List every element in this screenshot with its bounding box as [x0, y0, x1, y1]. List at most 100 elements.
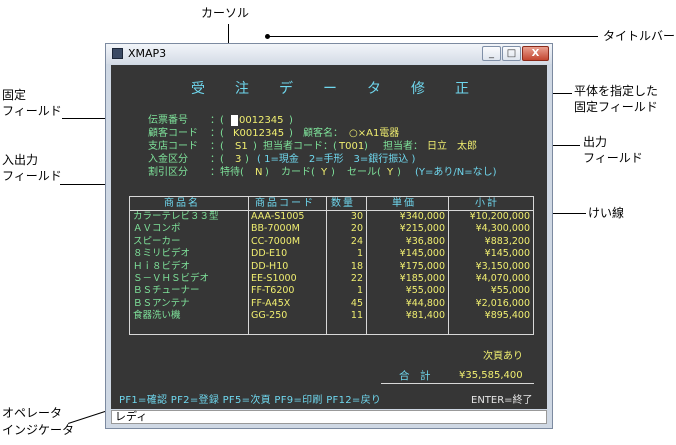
discount-sale-close: ) — [397, 167, 401, 178]
cell-subtotal[interactable]: ¥145,000 — [451, 248, 530, 259]
annotation-output: 出力 — [583, 135, 608, 149]
cell-product-code[interactable]: EE-S1000 — [251, 273, 323, 284]
cell-subtotal[interactable]: ¥2,016,000 — [451, 298, 530, 309]
discount-special-field[interactable]: N — [255, 167, 262, 179]
cell-product-code[interactable]: AAA-S1005 — [251, 211, 323, 222]
cell-product-code[interactable]: CC-7000M — [251, 236, 323, 247]
cell-product-name[interactable]: ８ミリビデオ — [133, 248, 245, 259]
cell-product-code[interactable]: BB-7000M — [251, 223, 323, 234]
window-title: XMAP3 — [128, 47, 167, 60]
cell-product-name[interactable]: カラーテレビ３３型 — [133, 211, 245, 222]
discount-card-close: ) — [331, 167, 335, 178]
discount-sale-label: セール( — [347, 167, 381, 178]
cell-quantity[interactable]: 22 — [329, 273, 363, 284]
cell-subtotal[interactable]: ¥55,000 — [451, 285, 530, 296]
slip-number-sep: ：( — [210, 115, 224, 126]
screen-title: 受注データ修正 — [191, 81, 499, 97]
cell-unit-price[interactable]: ¥215,000 — [369, 223, 445, 234]
table-col-rule — [326, 197, 327, 334]
annotation-rule-line: けい線 — [588, 206, 625, 220]
cell-quantity[interactable]: 20 — [329, 223, 363, 234]
staff-code-field[interactable]: T001 — [339, 141, 364, 153]
cell-unit-price[interactable]: ¥55,000 — [369, 285, 445, 296]
customer-name-label: 顧客名： — [303, 128, 343, 139]
annotation-input-output-2: フィールド — [2, 169, 62, 183]
branch-code-sep: ：( — [210, 141, 224, 152]
staff-code-label: 担当者コード：( — [263, 141, 337, 152]
cell-quantity[interactable]: 1 — [329, 285, 363, 296]
payment-type-close: ) — [245, 154, 249, 165]
annotation-output-2: フィールド — [583, 151, 643, 165]
payment-type-field[interactable]: 3 — [235, 154, 241, 166]
operator-indicator-text: レディ — [115, 410, 148, 423]
discount-sale-field[interactable]: Y — [387, 167, 393, 179]
annotation-flat-fixed-2: 固定フィールド — [574, 100, 658, 114]
annotation-titlebar: タイトルバー — [603, 29, 676, 43]
cell-unit-price[interactable]: ¥81,400 — [369, 310, 445, 321]
leader-titlebar-dot — [265, 34, 270, 39]
minimize-button[interactable]: _ — [482, 46, 501, 61]
title-bar[interactable]: XMAP3 _ □ X — [106, 44, 552, 64]
cell-product-name[interactable]: ＢＳアンテナ — [133, 298, 245, 309]
header-unit-price: 単価 — [392, 198, 416, 209]
cell-quantity[interactable]: 24 — [329, 236, 363, 247]
enter-key-guide: ENTER=終了 — [471, 395, 533, 406]
cell-quantity[interactable]: 30 — [329, 211, 363, 222]
cell-product-name[interactable]: Ｈｉ８ビデオ — [133, 261, 245, 272]
header-product-name: 商品名 — [164, 198, 200, 209]
annotation-flat-fixed: 平体を指定した — [574, 84, 659, 98]
annotation-cursor: カーソル — [201, 6, 250, 20]
branch-code-field[interactable]: S1 — [235, 141, 248, 153]
discount-card-label: カード( — [281, 167, 315, 178]
cell-unit-price[interactable]: ¥185,000 — [369, 273, 445, 284]
text-cursor — [231, 115, 238, 126]
cell-subtotal[interactable]: ¥895,400 — [451, 310, 530, 321]
slip-number-field[interactable]: 0012345 — [239, 115, 284, 127]
customer-code-close: ) — [289, 128, 293, 139]
staff-name-label: 担当者： — [383, 141, 423, 152]
payment-type-sep: ：( — [210, 154, 224, 165]
cell-product-name[interactable]: スピーカー — [133, 236, 245, 247]
cell-subtotal[interactable]: ¥10,200,000 — [451, 211, 530, 222]
branch-code-label: 支店コード — [148, 141, 198, 152]
cell-product-name[interactable]: ＡＶコンポ — [133, 223, 245, 234]
cell-unit-price[interactable]: ¥44,800 — [369, 298, 445, 309]
cell-subtotal[interactable]: ¥883,200 — [451, 236, 530, 247]
customer-code-field[interactable]: K0012345 — [233, 128, 284, 140]
cell-unit-price[interactable]: ¥175,000 — [369, 261, 445, 272]
app-icon[interactable] — [112, 48, 123, 59]
discount-special-close: ) — [265, 167, 269, 178]
cell-product-code[interactable]: FF-A45X — [251, 298, 323, 309]
cell-product-code[interactable]: DD-H10 — [251, 261, 323, 272]
cell-subtotal[interactable]: ¥3,150,000 — [451, 261, 530, 272]
discount-card-field[interactable]: Y — [321, 167, 327, 179]
cell-quantity[interactable]: 11 — [329, 310, 363, 321]
total-underline — [381, 383, 534, 384]
terminal-window: XMAP3 _ □ X 受注データ修正 伝票番号 ：( 0012345 ) 顧客… — [105, 43, 553, 429]
cell-unit-price[interactable]: ¥145,000 — [369, 248, 445, 259]
cell-subtotal[interactable]: ¥4,300,000 — [451, 223, 530, 234]
header-subtotal: 小計 — [475, 198, 499, 209]
cell-subtotal[interactable]: ¥4,070,000 — [451, 273, 530, 284]
cell-quantity[interactable]: 18 — [329, 261, 363, 272]
order-table: 商品名 商品コード 数量 単価 小計 カラーテレビ３３型 AAA-S1005 30 ¥… — [129, 196, 534, 335]
next-page-indicator: 次頁あり — [483, 351, 523, 362]
staff-code-close: ) — [364, 141, 368, 152]
close-button[interactable]: X — [522, 46, 549, 61]
cell-unit-price[interactable]: ¥340,000 — [369, 211, 445, 222]
payment-type-options: ( 1=現金 2=手形 3=銀行振込 ) — [257, 154, 416, 165]
annotation-operator: オペレータ — [2, 406, 63, 420]
cell-product-code[interactable]: FF-T6200 — [251, 285, 323, 296]
maximize-button[interactable]: □ — [502, 46, 521, 61]
customer-code-label: 顧客コード — [148, 128, 198, 139]
annotation-input-output: 入出力 — [2, 153, 39, 167]
cell-product-name[interactable]: ＢＳチューナー — [133, 285, 245, 296]
cell-product-name[interactable]: Ｓ－ＶＨＳビデオ — [133, 273, 245, 284]
cell-product-code[interactable]: GG-250 — [251, 310, 323, 321]
cell-unit-price[interactable]: ¥36,800 — [369, 236, 445, 247]
cell-quantity[interactable]: 45 — [329, 298, 363, 309]
cell-product-code[interactable]: DD-E10 — [251, 248, 323, 259]
table-col-rule — [448, 197, 449, 334]
cell-quantity[interactable]: 1 — [329, 248, 363, 259]
cell-product-name[interactable]: 食器洗い機 — [133, 310, 245, 321]
